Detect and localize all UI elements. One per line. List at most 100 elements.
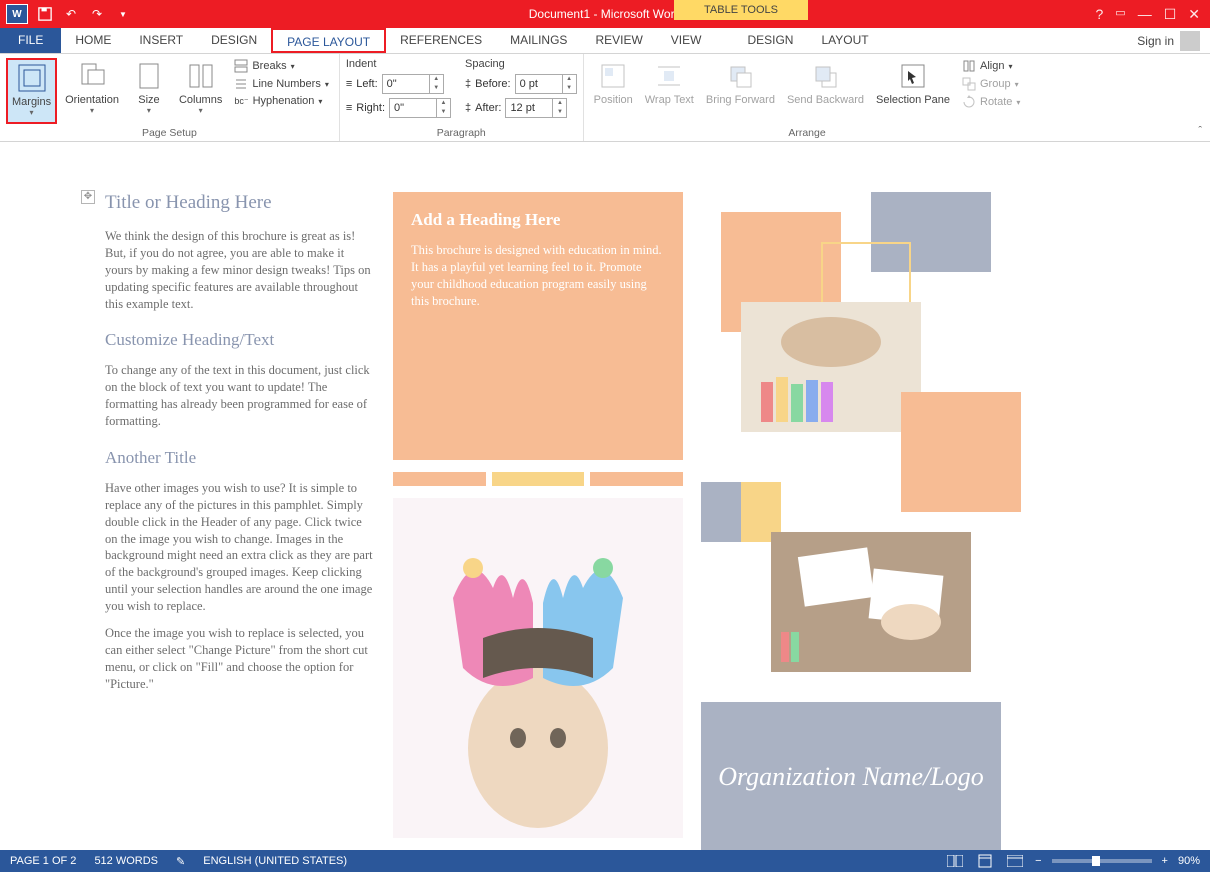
indent-left-icon: ≡ <box>346 78 352 90</box>
avatar-icon <box>1180 31 1200 51</box>
tab-design[interactable]: DESIGN <box>197 28 271 53</box>
tab-mailings[interactable]: MAILINGS <box>496 28 581 53</box>
photo-child-hands[interactable] <box>393 498 683 838</box>
selection-pane-icon <box>897 60 929 92</box>
group-page-setup: Margins ▾ Orientation ▾ Size ▾ Columns ▾… <box>0 54 340 141</box>
columns-icon <box>185 60 217 92</box>
help-icon[interactable]: ? <box>1096 6 1104 23</box>
zoom-slider[interactable] <box>1052 859 1152 863</box>
zoom-level[interactable]: 90% <box>1178 855 1200 867</box>
color-strip <box>393 472 683 486</box>
size-icon <box>133 60 165 92</box>
margins-icon <box>16 62 48 94</box>
position-button[interactable]: Position <box>590 58 637 124</box>
tab-home[interactable]: HOME <box>61 28 125 53</box>
wrap-text-icon <box>653 60 685 92</box>
qat-dropdown-icon[interactable]: ▼ <box>114 5 132 23</box>
status-language[interactable]: ENGLISH (UNITED STATES) <box>203 855 347 868</box>
tab-page-layout[interactable]: PAGE LAYOUT <box>271 28 386 53</box>
size-button[interactable]: Size ▾ <box>127 58 171 124</box>
undo-icon[interactable]: ↶ <box>62 5 80 23</box>
heading-2a[interactable]: Customize Heading/Text <box>105 330 375 350</box>
status-words[interactable]: 512 WORDS <box>94 855 158 868</box>
tab-insert[interactable]: INSERT <box>125 28 197 53</box>
save-icon[interactable] <box>36 5 54 23</box>
callout-box[interactable]: Add a Heading Here This brochure is desi… <box>393 192 683 460</box>
page[interactable]: ✥ Title or Heading Here We think the des… <box>75 162 1135 850</box>
table-move-handle-icon[interactable]: ✥ <box>81 190 95 204</box>
hyphenation-button[interactable]: bc⁻Hyphenation▾ <box>230 94 333 108</box>
maximize-icon[interactable]: ☐ <box>1164 6 1177 23</box>
columns-button[interactable]: Columns ▾ <box>175 58 226 124</box>
spacing-before-input[interactable]: 0 pt▲▼ <box>515 74 577 94</box>
sign-in-label: Sign in <box>1137 34 1174 48</box>
zoom-in-button[interactable]: + <box>1162 855 1168 867</box>
align-button[interactable]: Align▾ <box>958 58 1024 74</box>
group-label-paragraph: Paragraph <box>346 125 577 139</box>
print-layout-icon[interactable] <box>975 853 995 869</box>
bring-forward-button[interactable]: Bring Forward <box>702 58 779 124</box>
indent-left-input[interactable]: 0"▲▼ <box>382 74 444 94</box>
read-mode-icon[interactable] <box>945 853 965 869</box>
tab-table-layout[interactable]: LAYOUT <box>807 28 882 53</box>
ribbon-tabs: FILE HOME INSERT DESIGN PAGE LAYOUT REFE… <box>0 28 1210 54</box>
word-logo-icon: W <box>6 4 28 24</box>
wrap-text-button[interactable]: Wrap Text <box>641 58 698 124</box>
sign-in[interactable]: Sign in <box>1137 31 1200 51</box>
breaks-button[interactable]: Breaks▾ <box>230 58 333 74</box>
indent-right-icon: ≡ <box>346 102 352 114</box>
zoom-out-button[interactable]: − <box>1035 855 1041 867</box>
paragraph[interactable]: We think the design of this brochure is … <box>105 228 375 312</box>
web-layout-icon[interactable] <box>1005 853 1025 869</box>
indent-right-input[interactable]: 0"▲▼ <box>389 98 451 118</box>
minimize-icon[interactable]: — <box>1138 6 1152 23</box>
group-button[interactable]: Group▾ <box>958 76 1024 92</box>
send-backward-icon <box>809 60 841 92</box>
spacing-after-input[interactable]: 12 pt▲▼ <box>505 98 567 118</box>
paragraph[interactable]: To change any of the text in this docume… <box>105 362 375 430</box>
tab-review[interactable]: REVIEW <box>581 28 656 53</box>
line-numbers-button[interactable]: Line Numbers▾ <box>230 76 333 92</box>
heading-2b[interactable]: Another Title <box>105 448 375 468</box>
callout-paragraph[interactable]: This brochure is designed with education… <box>411 242 665 310</box>
send-backward-button[interactable]: Send Backward <box>783 58 868 124</box>
spacing-before-icon: ‡ <box>465 78 471 90</box>
tab-references[interactable]: REFERENCES <box>386 28 496 53</box>
position-icon <box>597 60 629 92</box>
paragraph[interactable]: Once the image you wish to replace is se… <box>105 625 375 693</box>
spacing-label: Spacing <box>465 58 577 70</box>
tab-table-design[interactable]: DESIGN <box>733 28 807 53</box>
photo-crayons[interactable] <box>741 302 921 432</box>
orientation-icon <box>76 60 108 92</box>
callout-heading[interactable]: Add a Heading Here <box>411 210 665 230</box>
tab-view[interactable]: VIEW <box>657 28 716 53</box>
bring-forward-icon <box>724 60 756 92</box>
collapse-ribbon-icon[interactable]: ˆ <box>1198 125 1202 137</box>
close-icon[interactable]: ✕ <box>1188 6 1200 23</box>
tab-file[interactable]: FILE <box>0 28 61 53</box>
status-bar: PAGE 1 OF 2 512 WORDS ✎ ENGLISH (UNITED … <box>0 850 1210 872</box>
redo-icon[interactable]: ↷ <box>88 5 106 23</box>
indent-left-label: Left: <box>356 78 377 90</box>
ribbon-display-icon[interactable]: ▭ <box>1115 6 1125 23</box>
org-name-text[interactable]: Organization Name/Logo <box>718 761 984 792</box>
photo-drawing[interactable] <box>771 532 971 672</box>
orientation-button[interactable]: Orientation ▾ <box>61 58 123 124</box>
table-tools-label: TABLE TOOLS <box>674 0 808 20</box>
status-page[interactable]: PAGE 1 OF 2 <box>10 855 76 868</box>
deco-square <box>901 392 1021 512</box>
margins-button[interactable]: Margins ▾ <box>6 58 57 124</box>
selection-pane-button[interactable]: Selection Pane <box>872 58 954 124</box>
spacing-after-label: After: <box>475 102 501 114</box>
rotate-button[interactable]: Rotate▾ <box>958 94 1024 110</box>
proofing-icon[interactable]: ✎ <box>176 855 185 868</box>
spacing-after-icon: ‡ <box>465 102 471 114</box>
document-workspace[interactable]: ✥ Title or Heading Here We think the des… <box>0 142 1210 850</box>
heading-1[interactable]: Title or Heading Here <box>105 192 375 214</box>
org-name-box[interactable]: Organization Name/Logo <box>701 702 1001 850</box>
paragraph[interactable]: Have other images you wish to use? It is… <box>105 480 375 615</box>
indent-right-label: Right: <box>356 102 385 114</box>
group-arrange: Position Wrap Text Bring Forward Send Ba… <box>584 54 1031 141</box>
group-label-arrange: Arrange <box>590 125 1025 139</box>
group-label-page-setup: Page Setup <box>6 125 333 139</box>
